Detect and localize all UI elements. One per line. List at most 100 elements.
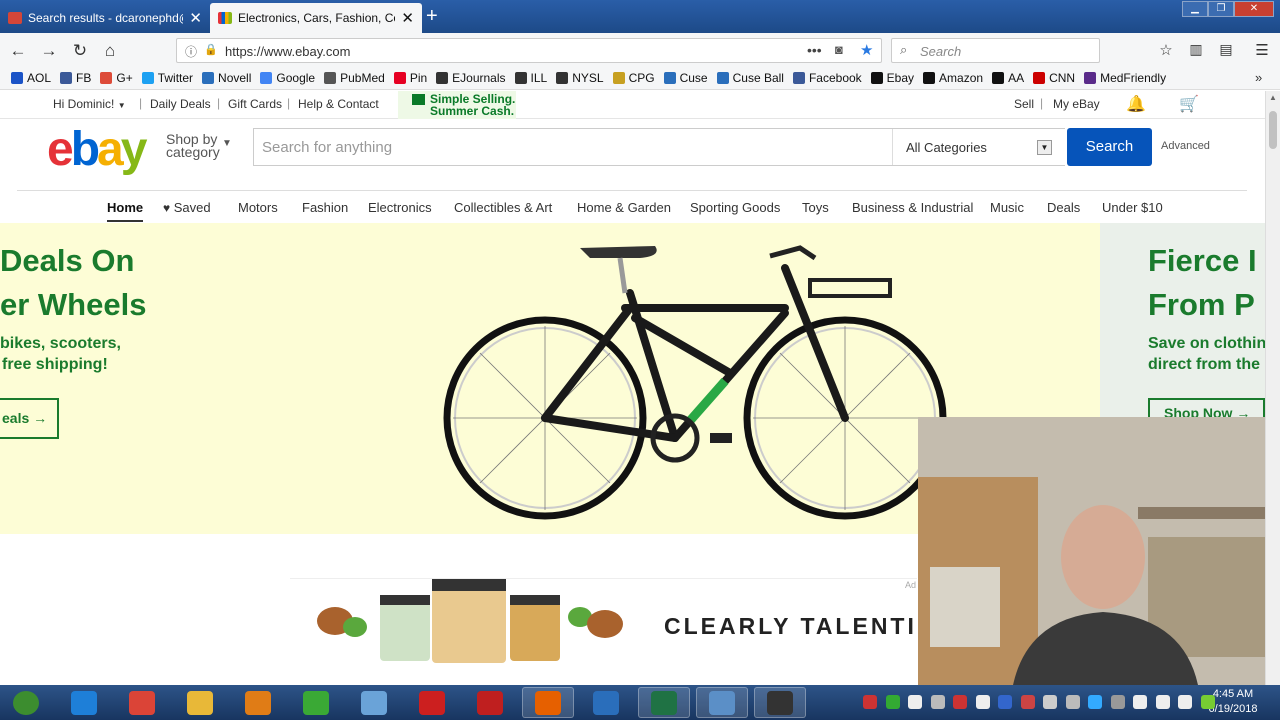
tray-icon[interactable]: [1110, 695, 1125, 709]
taskbar-app[interactable]: [638, 687, 690, 718]
bookmark-item[interactable]: PubMed: [324, 71, 385, 85]
tray-icon[interactable]: [1133, 695, 1147, 709]
page-actions-icon[interactable]: •••: [807, 42, 822, 58]
shop-deals-button[interactable]: eals →: [0, 398, 59, 439]
minimize-icon[interactable]: ▁: [1182, 1, 1208, 17]
advanced-search-link[interactable]: Advanced: [1161, 140, 1210, 152]
bookmarks-overflow-icon[interactable]: »: [1255, 70, 1262, 85]
taskbar-app[interactable]: [464, 687, 516, 718]
tray-icon[interactable]: [953, 695, 967, 709]
maximize-icon[interactable]: ❐: [1208, 1, 1234, 17]
bookmark-item[interactable]: CNN: [1033, 71, 1075, 85]
tray-icon[interactable]: [885, 695, 900, 709]
tray-icon[interactable]: [998, 695, 1012, 709]
scroll-up-icon[interactable]: ▲: [1269, 93, 1277, 102]
bookmark-item[interactable]: Novell: [202, 71, 251, 85]
nav-home-garden[interactable]: Home & Garden: [577, 200, 671, 215]
address-bar[interactable]: ⓘ 🔒 https://www.ebay.com ••• ◙ ★: [176, 38, 882, 63]
bookmark-item[interactable]: Google: [260, 71, 315, 85]
nav-under-10[interactable]: Under $10: [1102, 200, 1163, 215]
bookmark-item[interactable]: NYSL: [556, 71, 604, 85]
tray-icon[interactable]: [930, 695, 945, 709]
tab-ebay[interactable]: Electronics, Cars, Fashion, Colle ✕: [210, 3, 422, 33]
bookmark-item[interactable]: CPG: [612, 71, 655, 85]
close-icon[interactable]: ✕: [189, 11, 202, 26]
reload-icon[interactable]: ↻: [70, 41, 90, 61]
tray-icon[interactable]: [1020, 695, 1035, 709]
ebay-logo[interactable]: ebay: [47, 122, 147, 177]
bookmark-item[interactable]: AOL: [11, 71, 51, 85]
bookmark-item[interactable]: EJournals: [436, 71, 506, 85]
bookmark-item[interactable]: Cuse Ball: [716, 71, 784, 85]
taskbar-app[interactable]: [0, 687, 52, 718]
secondary-banner[interactable]: Fierce I From P Save on clothin direct f…: [1100, 223, 1266, 418]
taskbar-app[interactable]: [406, 687, 458, 718]
nav-electronics[interactable]: Electronics: [368, 200, 432, 215]
nav-collectibles[interactable]: Collectibles & Art: [454, 200, 552, 215]
nav-music[interactable]: Music: [990, 200, 1024, 215]
bell-icon[interactable]: 🔔: [1126, 94, 1146, 114]
my-ebay-link[interactable]: My eBay: [1053, 97, 1100, 111]
bookmark-item[interactable]: Amazon: [923, 71, 983, 85]
nav-sporting-goods[interactable]: Sporting Goods: [690, 200, 780, 215]
search-button[interactable]: Search: [1067, 128, 1152, 166]
bookmark-menu-icon[interactable]: ☆: [1156, 41, 1176, 59]
bookmark-item[interactable]: Facebook: [792, 71, 862, 85]
nav-business-industrial[interactable]: Business & Industrial: [852, 200, 973, 215]
nav-motors[interactable]: Motors: [238, 200, 278, 215]
library-icon[interactable]: ▥: [1186, 41, 1206, 58]
greeting-link[interactable]: Hi Dominic! ▼: [53, 97, 126, 111]
back-icon[interactable]: ←: [8, 41, 28, 61]
scrollbar-thumb[interactable]: [1269, 111, 1277, 149]
category-select[interactable]: All Categories ▼: [892, 129, 1065, 165]
tray-icon[interactable]: [1200, 695, 1215, 709]
menu-icon[interactable]: ☰: [1252, 41, 1272, 59]
taskbar-app[interactable]: [290, 687, 342, 718]
info-icon[interactable]: ⓘ: [185, 43, 197, 60]
new-tab-icon[interactable]: +: [426, 5, 446, 28]
taskbar-app[interactable]: [116, 687, 168, 718]
taskbar-app[interactable]: [754, 687, 806, 718]
bookmark-item[interactable]: Twitter: [141, 71, 193, 85]
daily-deals-link[interactable]: Daily Deals: [150, 97, 211, 111]
browser-search-box[interactable]: ⌕ Search: [891, 38, 1100, 63]
taskbar-app[interactable]: [58, 687, 110, 718]
talenti-ad[interactable]: CLEARLY TALENTI: [290, 578, 917, 663]
nav-fashion[interactable]: Fashion: [302, 200, 348, 215]
taskbar-app[interactable]: [522, 687, 574, 718]
shop-by-category-button[interactable]: Shop by category ▼: [166, 132, 232, 159]
bookmark-item[interactable]: Cuse: [663, 71, 708, 85]
nav-saved[interactable]: ♥ Saved: [163, 200, 211, 215]
tray-icon[interactable]: [863, 695, 877, 709]
bookmark-item[interactable]: MedFriendly: [1084, 71, 1166, 85]
promo-banner[interactable]: Simple Selling. Summer Cash.: [398, 91, 516, 119]
cart-icon[interactable]: 🛒: [1179, 94, 1199, 114]
sell-link[interactable]: Sell: [1014, 97, 1034, 111]
tab-gmail[interactable]: Search results - dcaronephd@ ✕: [0, 3, 210, 33]
bookmark-item[interactable]: Ebay: [870, 71, 914, 85]
taskbar-app[interactable]: [174, 687, 226, 718]
bookmark-item[interactable]: ILL: [514, 71, 547, 85]
bookmark-item[interactable]: AA: [992, 71, 1024, 85]
vertical-scrollbar[interactable]: ▲: [1265, 91, 1280, 685]
close-icon[interactable]: ✕: [401, 11, 414, 26]
taskbar-app[interactable]: [348, 687, 400, 718]
taskbar-app[interactable]: [696, 687, 748, 718]
tray-icon[interactable]: [975, 695, 990, 709]
taskbar-app[interactable]: [580, 687, 632, 718]
bookmark-star-icon[interactable]: ★: [860, 41, 873, 59]
sidebar-icon[interactable]: ▤: [1216, 41, 1236, 58]
pocket-icon[interactable]: ◙: [835, 42, 843, 57]
bookmark-item[interactable]: FB: [60, 71, 91, 85]
tray-icon[interactable]: [1088, 695, 1102, 709]
bookmark-item[interactable]: G+: [100, 71, 133, 85]
ebay-search-input[interactable]: Search for anything All Categories ▼: [253, 128, 1065, 166]
help-contact-link[interactable]: Help & Contact: [298, 97, 379, 111]
tray-icon[interactable]: [908, 695, 922, 709]
nav-deals[interactable]: Deals: [1047, 200, 1080, 215]
tray-icon[interactable]: [1043, 695, 1057, 709]
nav-home[interactable]: Home: [107, 200, 144, 222]
tray-icon[interactable]: [1065, 695, 1080, 709]
home-icon[interactable]: ⌂: [100, 41, 120, 61]
close-window-icon[interactable]: ✕: [1234, 1, 1274, 17]
